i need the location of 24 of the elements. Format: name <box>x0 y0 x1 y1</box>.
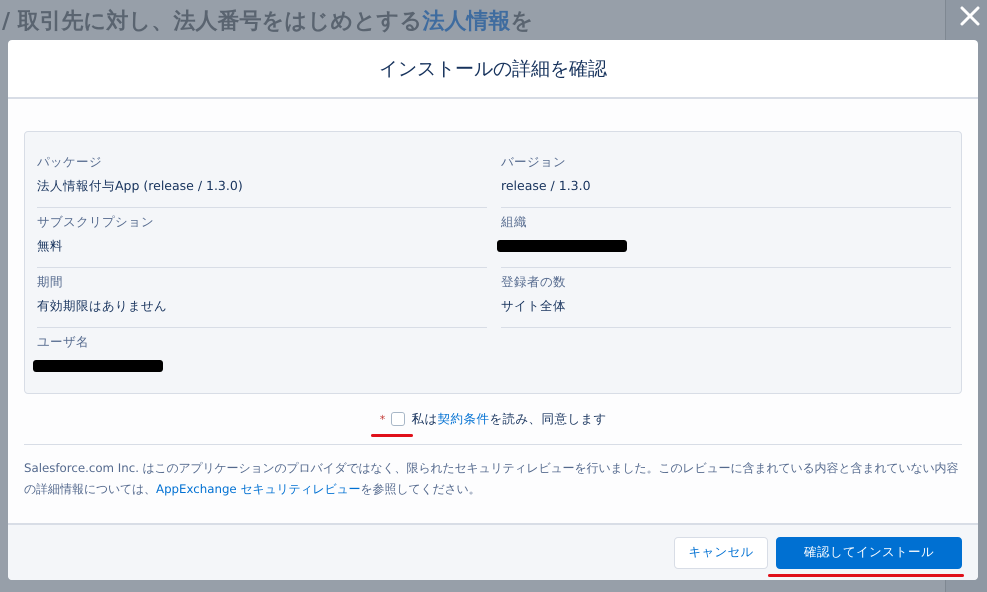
field-label: 登録者の数 <box>501 274 567 291</box>
required-asterisk: * <box>380 412 386 426</box>
field-value: 有効期限はありません <box>37 298 168 315</box>
underline-mark <box>371 434 414 437</box>
agreement-text: 私は契約条件を読み、同意します <box>411 410 606 428</box>
field-label: バージョン <box>501 154 567 171</box>
field-label: 組織 <box>501 214 528 231</box>
cancel-button[interactable]: キャンセル <box>674 536 768 568</box>
close-icon[interactable] <box>960 6 980 26</box>
field-label: パッケージ <box>37 154 103 171</box>
field-value: 無料 <box>37 238 64 255</box>
disclaimer-text: Salesforce.com Inc. はこのアプリケーションのプロバイダではなく、限られたセキュリティレビューを行いました。このレビューに含まれている内容と含まれていない内容の詳細情報については、AppExchange セキュリティレビュー を参照してください。 <box>24 460 960 498</box>
field-label: 期間 <box>37 274 64 291</box>
page-heading: / 取引先に対し、法人番号をはじめとする法人情報を <box>1 8 535 36</box>
field-label: ユーザ名 <box>37 334 90 351</box>
security-review-link[interactable]: AppExchange セキュリティレビュー <box>156 482 360 496</box>
field-value: サイト全体 <box>501 298 567 315</box>
field-label: サブスクリプション <box>37 214 155 231</box>
modal-title: インストールの詳細を確認 <box>379 56 607 82</box>
confirm-install-button[interactable]: 確認してインストール <box>776 536 962 568</box>
agree-checkbox[interactable] <box>391 412 406 426</box>
terms-link[interactable]: 契約条件 <box>437 410 490 426</box>
field-value: 法人情報付与App (release / 1.3.0) <box>37 178 244 195</box>
field-value: release / 1.3.0 <box>501 178 592 193</box>
